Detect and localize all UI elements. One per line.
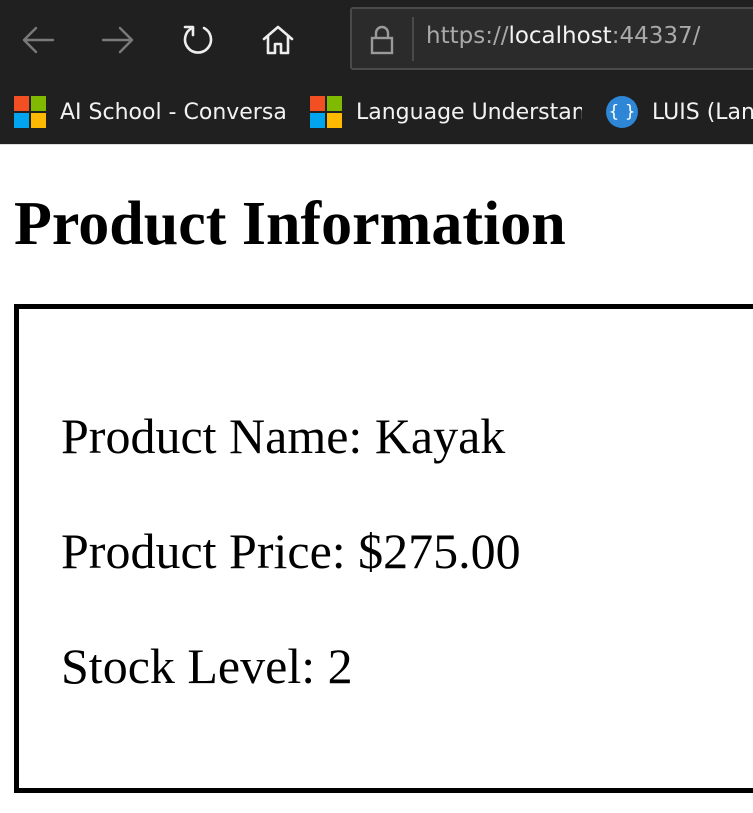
page-title: Product Information	[14, 190, 566, 258]
lock-icon[interactable]	[368, 25, 396, 55]
braces-icon: { }	[606, 96, 638, 128]
url-text[interactable]: https://localhost:44337/	[426, 23, 700, 49]
address-divider	[412, 17, 414, 61]
toolbar-divider	[0, 144, 753, 145]
address-bar[interactable]: https://localhost:44337/	[350, 7, 753, 70]
bookmark-label: LUIS (Lang	[652, 99, 753, 125]
url-scheme: https://	[426, 23, 509, 49]
bookmark-language-understanding[interactable]: Language Understanc	[310, 94, 582, 130]
product-name: Product Name: Kayak	[61, 408, 506, 464]
bookmark-luis[interactable]: { } LUIS (Lang	[606, 94, 753, 130]
home-icon	[262, 25, 294, 55]
back-button[interactable]	[16, 18, 60, 62]
home-button[interactable]	[256, 18, 300, 62]
microsoft-logo-icon	[14, 96, 46, 128]
arrow-left-icon	[22, 26, 55, 54]
forward-button[interactable]	[96, 18, 140, 62]
refresh-icon	[183, 25, 213, 54]
stock-level: Stock Level: 2	[61, 638, 353, 694]
url-port-path: :44337/	[611, 23, 701, 49]
bookmarks-bar: AI School - Conversat Language Understan…	[0, 82, 753, 144]
product-price: Product Price: $275.00	[61, 523, 521, 579]
product-info-box: Product Name: Kayak Product Price: $275.…	[14, 304, 753, 793]
microsoft-logo-icon	[310, 96, 342, 128]
arrow-right-icon	[101, 26, 134, 54]
browser-toolbar: https://localhost:44337/ AI School - Con…	[0, 0, 753, 145]
bookmark-label: AI School - Conversat	[60, 99, 286, 125]
url-host: localhost	[508, 23, 612, 49]
bookmark-ai-school[interactable]: AI School - Conversat	[14, 94, 286, 130]
bookmark-label: Language Understanc	[356, 99, 582, 125]
refresh-button[interactable]	[176, 18, 220, 62]
